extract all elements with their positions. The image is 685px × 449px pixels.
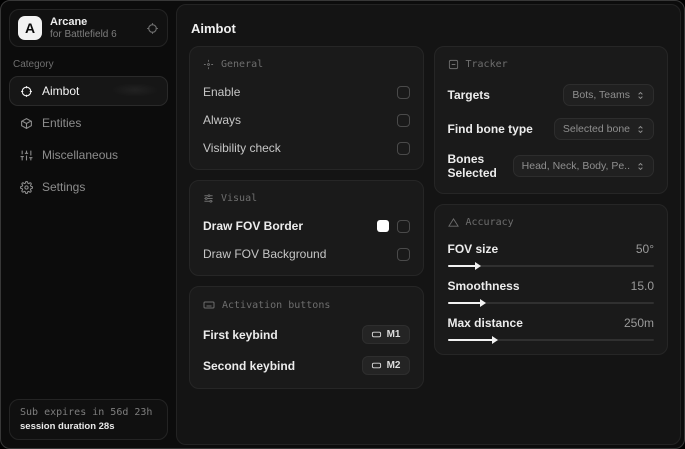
fov-size-label: FOV size [447, 242, 499, 256]
keyboard-icon [203, 299, 215, 311]
sidebar-item-label: Entities [42, 116, 82, 130]
tracker-card: Tracker Targets Bots, Teams Find bone ty… [433, 46, 668, 194]
chevron-up-down-icon [636, 124, 645, 135]
enable-checkbox[interactable] [396, 85, 410, 99]
gear-icon [20, 180, 33, 194]
find-bone-type-value: Selected bone [562, 123, 630, 135]
slider-thumb[interactable] [479, 299, 486, 307]
category-label: Category [13, 59, 54, 70]
max-distance-value: 250m [623, 316, 654, 330]
bones-selected-value: Head, Neck, Body, Pe.. [521, 160, 630, 172]
bones-selected-select[interactable]: Head, Neck, Body, Pe.. [512, 155, 654, 177]
draw-fov-background-label: Draw FOV Background [203, 247, 327, 261]
accuracy-card: Accuracy FOV size 50° Smoothness 15.0 Ma… [433, 204, 668, 355]
crosshair-settings-icon[interactable] [146, 22, 159, 35]
triangle-icon [447, 217, 459, 228]
sliders-icon [20, 149, 33, 162]
chevron-up-down-icon [636, 90, 645, 101]
sub-expiry-text: Sub expires in 56d 23h [20, 407, 153, 418]
app-header-card: A Arcane for Battlefield 6 [9, 9, 168, 47]
slider-thumb[interactable] [491, 336, 498, 344]
visibility-check-label: Visibility check [203, 141, 281, 155]
chevron-up-down-icon [636, 161, 645, 172]
app-subtitle: for Battlefield 6 [50, 28, 117, 40]
fov-size-slider-row: FOV size 50° [447, 242, 654, 270]
max-distance-slider-row: Max distance 250m [447, 316, 654, 344]
draw-fov-border-checkbox[interactable] [396, 219, 410, 233]
card-title: Visual [221, 193, 258, 204]
app-logo: A [18, 16, 42, 40]
fov-border-color-swatch[interactable] [376, 220, 389, 232]
always-checkbox[interactable] [396, 113, 410, 127]
targets-value: Bots, Teams [572, 89, 630, 101]
mouse-icon [371, 329, 382, 340]
visibility-check-checkbox[interactable] [396, 141, 410, 155]
crosshair-icon [20, 85, 33, 98]
general-card: General Enable Always Visibility check [189, 46, 424, 170]
draw-fov-background-checkbox[interactable] [396, 247, 410, 261]
find-bone-type-label: Find bone type [447, 122, 533, 136]
sidebar-item-settings[interactable]: Settings [9, 172, 168, 202]
bones-selected-label: Bones Selected [447, 152, 497, 180]
fov-size-slider[interactable] [447, 262, 654, 270]
targets-label: Targets [447, 88, 490, 102]
second-keybind-button[interactable]: M2 [361, 356, 410, 375]
sidebar: A Arcane for Battlefield 6 Category Aimb… [1, 1, 176, 448]
sidebar-item-label: Aimbot [42, 84, 80, 98]
draw-fov-border-label: Draw FOV Border [203, 219, 304, 233]
cube-icon [20, 117, 33, 130]
mouse-icon [371, 360, 382, 371]
first-keybind-button[interactable]: M1 [361, 325, 410, 344]
card-title: Activation buttons [222, 299, 331, 311]
minus-square-icon [448, 59, 459, 70]
max-distance-slider[interactable] [447, 336, 654, 344]
subscription-info-card: Sub expires in 56d 23h session duration … [9, 399, 168, 440]
smoothness-slider-row: Smoothness 15.0 [447, 279, 654, 307]
sidebar-item-miscellaneous[interactable]: Miscellaneous [9, 140, 168, 170]
activation-buttons-card: Activation buttons First keybind M1 Seco… [189, 286, 424, 389]
sidebar-item-aimbot[interactable]: Aimbot [9, 76, 168, 106]
app-name: Arcane [50, 15, 88, 28]
smoothness-label: Smoothness [447, 279, 520, 293]
page-title: Aimbot [191, 21, 236, 36]
keybind-value: M1 [386, 329, 401, 340]
sidebar-item-entities[interactable]: Entities [9, 108, 168, 138]
first-keybind-label: First keybind [203, 327, 278, 342]
second-keybind-label: Second keybind [203, 358, 296, 373]
slider-thumb[interactable] [475, 262, 482, 270]
session-duration-text: session duration 28s [20, 421, 115, 432]
smoothness-slider[interactable] [447, 299, 654, 307]
app-window: A Arcane for Battlefield 6 Category Aimb… [0, 0, 685, 449]
fov-size-value: 50° [635, 242, 654, 256]
sidebar-item-label: Miscellaneous [42, 148, 119, 162]
keybind-value: M2 [386, 360, 401, 371]
smoothness-value: 15.0 [630, 279, 654, 293]
card-title: Tracker [465, 59, 508, 70]
always-label: Always [203, 113, 242, 127]
visual-card: Visual Draw FOV Border Draw FOV Backgrou… [189, 180, 424, 276]
card-title: Accuracy [465, 217, 514, 228]
targets-select[interactable]: Bots, Teams [563, 84, 654, 106]
max-distance-label: Max distance [447, 316, 523, 330]
main-panel: Aimbot General Enable Always Visibility … [176, 4, 681, 445]
sidebar-nav: Aimbot Entities Miscellaneous Settings [9, 76, 168, 202]
enable-label: Enable [203, 85, 241, 99]
sliders-horizontal-icon [203, 193, 214, 204]
sidebar-item-label: Settings [42, 180, 86, 194]
crosshair-dotted-icon [203, 59, 214, 70]
find-bone-type-select[interactable]: Selected bone [553, 118, 654, 140]
card-title: General [221, 59, 264, 70]
